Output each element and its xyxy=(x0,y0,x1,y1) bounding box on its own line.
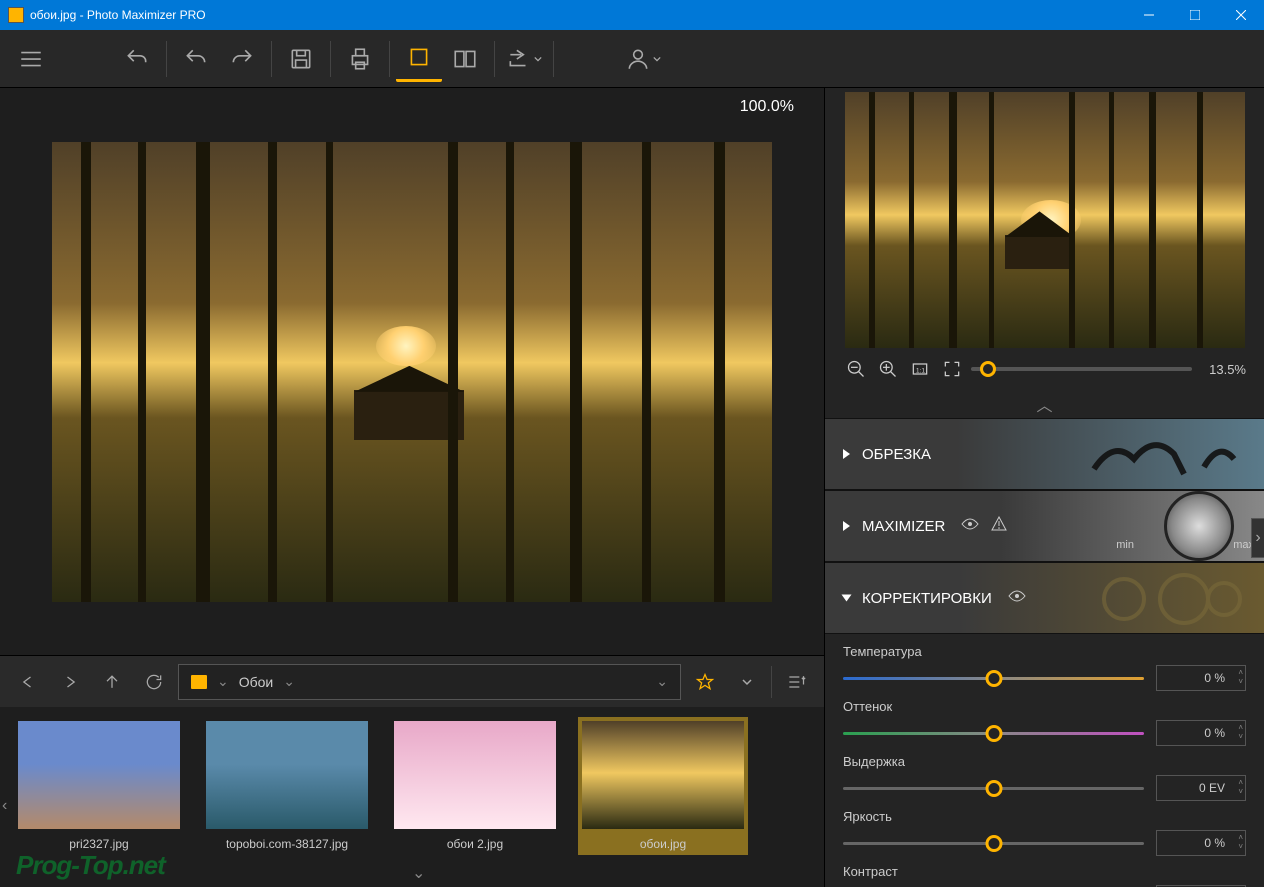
slider-tint: Оттенок 0 %˄˅ xyxy=(843,699,1246,746)
close-button[interactable] xyxy=(1218,0,1264,30)
nav-back-button[interactable] xyxy=(10,664,46,700)
titlebar: обои.jpg - Photo Maximizer PRO xyxy=(0,0,1264,30)
thumbnail-name: обои 2.jpg xyxy=(447,837,503,851)
save-button[interactable] xyxy=(278,36,324,82)
thumbnail-image xyxy=(18,721,180,829)
visibility-icon[interactable] xyxy=(1008,589,1026,607)
panel-adjustments[interactable]: КОРРЕКТИРОВКИ xyxy=(825,562,1264,634)
slider-label: Выдержка xyxy=(843,754,1246,769)
panel-crop-label: ОБРЕЗКА xyxy=(862,446,931,463)
panel-maximizer-label: MAXIMIZER xyxy=(862,518,945,535)
slider-track[interactable] xyxy=(843,842,1144,845)
slider-exposure: Выдержка 0 EV˄˅ xyxy=(843,754,1246,801)
browser-bar: ⌄ Обои ⌄ ⌄ xyxy=(0,655,824,707)
panel-adjustments-label: КОРРЕКТИРОВКИ xyxy=(862,590,992,607)
thumbnail-name: topoboi.com-38127.jpg xyxy=(226,837,348,851)
thumbnail-selected[interactable]: обои.jpg xyxy=(578,717,748,855)
print-button[interactable] xyxy=(337,36,383,82)
visibility-icon[interactable] xyxy=(961,517,979,535)
thumbnail-image xyxy=(582,721,744,829)
slider-label: Контраст xyxy=(843,864,1246,879)
filmstrip-collapse-icon[interactable]: ⌄ xyxy=(412,863,425,883)
panel-crop[interactable]: ОБРЕЗКА xyxy=(825,418,1264,490)
filmstrip-prev-icon[interactable]: ‹ xyxy=(2,797,7,815)
thumbnail-image xyxy=(206,721,368,829)
favorite-dropdown-button[interactable] xyxy=(729,664,765,700)
slider-track[interactable] xyxy=(843,677,1144,680)
panel-maximizer[interactable]: MAXIMIZER min max xyxy=(825,490,1264,562)
slider-value[interactable]: 0 %˄˅ xyxy=(1156,830,1246,856)
preview-collapse-icon[interactable]: ︿ xyxy=(1036,398,1052,415)
panel-expand-tab[interactable]: › xyxy=(1251,518,1264,558)
app-icon xyxy=(8,7,24,23)
undo-button[interactable] xyxy=(173,36,219,82)
zoom-fit-icon[interactable] xyxy=(939,356,965,382)
slider-contrast: Контраст 0 %˄˅ xyxy=(843,864,1246,887)
slider-value[interactable]: 0 %˄˅ xyxy=(1156,665,1246,691)
single-view-button[interactable] xyxy=(396,36,442,82)
chevron-down-icon: ⌄ xyxy=(217,673,229,690)
thumbnail-name: pri2327.jpg xyxy=(69,837,128,851)
slider-value[interactable]: 0 %˄˅ xyxy=(1156,720,1246,746)
filter-sort-button[interactable] xyxy=(778,664,814,700)
nav-refresh-button[interactable] xyxy=(136,664,172,700)
left-panel: 100.0% xyxy=(0,88,824,887)
expand-icon xyxy=(843,521,850,531)
thumbnail-name: обои.jpg xyxy=(640,837,686,851)
toolbar xyxy=(0,30,1264,88)
menu-button[interactable] xyxy=(8,36,54,82)
thumbnail[interactable]: обои 2.jpg xyxy=(390,717,560,855)
preview-image[interactable] xyxy=(845,92,1245,348)
preview-zoom-slider[interactable] xyxy=(971,367,1192,371)
share-button[interactable] xyxy=(501,36,547,82)
slider-label: Температура xyxy=(843,644,1246,659)
slider-track[interactable] xyxy=(843,787,1144,790)
canvas-area[interactable]: 100.0% xyxy=(0,88,824,655)
zoom-actual-icon[interactable]: 1:1 xyxy=(907,356,933,382)
nav-up-button[interactable] xyxy=(94,664,130,700)
slider-label: Яркость xyxy=(843,809,1246,824)
collapse-icon xyxy=(842,595,852,602)
account-button[interactable] xyxy=(620,36,666,82)
favorite-button[interactable] xyxy=(687,664,723,700)
canvas-zoom-label: 100.0% xyxy=(740,98,794,116)
revert-button[interactable] xyxy=(114,36,160,82)
thumbnail[interactable]: pri2327.jpg xyxy=(14,717,184,855)
thumbnail[interactable]: topoboi.com-38127.jpg xyxy=(202,717,372,855)
folder-name: Обои xyxy=(239,674,274,690)
chevron-down-icon[interactable]: ⌄ xyxy=(656,673,668,690)
preview-zoom-controls: 1:1 13.5% xyxy=(825,348,1264,390)
slider-brightness: Яркость 0 %˄˅ xyxy=(843,809,1246,856)
folder-icon xyxy=(191,675,207,689)
slider-temperature: Температура 0 %˄˅ xyxy=(843,644,1246,691)
canvas-image xyxy=(52,142,772,602)
maximize-button[interactable] xyxy=(1172,0,1218,30)
warning-icon xyxy=(991,516,1007,537)
minimize-button[interactable] xyxy=(1126,0,1172,30)
thumbnail-image xyxy=(394,721,556,829)
chevron-down-icon: ⌄ xyxy=(283,673,295,690)
preview-zoom-value: 13.5% xyxy=(1198,362,1246,377)
slider-value[interactable]: 0 EV˄˅ xyxy=(1156,775,1246,801)
right-panel: 1:1 13.5% ︿ ОБРЕЗКА MAXIMIZER min max КО… xyxy=(824,88,1264,887)
maximizer-min-label: min xyxy=(1116,539,1134,551)
slider-track[interactable] xyxy=(843,732,1144,735)
zoom-out-icon[interactable] xyxy=(843,356,869,382)
folder-path-box[interactable]: ⌄ Обои ⌄ ⌄ xyxy=(178,664,681,700)
zoom-in-icon[interactable] xyxy=(875,356,901,382)
svg-text:1:1: 1:1 xyxy=(916,367,926,374)
window-title: обои.jpg - Photo Maximizer PRO xyxy=(30,8,1126,22)
compare-view-button[interactable] xyxy=(442,36,488,82)
adjustment-sliders: Температура 0 %˄˅ Оттенок 0 %˄˅ Выдержка… xyxy=(825,634,1264,887)
watermark: Prog-Top.net xyxy=(16,850,165,881)
redo-button[interactable] xyxy=(219,36,265,82)
slider-label: Оттенок xyxy=(843,699,1246,714)
filmstrip: ‹ pri2327.jpg topoboi.com-38127.jpg обои… xyxy=(0,707,824,887)
expand-icon xyxy=(843,449,850,459)
nav-forward-button[interactable] xyxy=(52,664,88,700)
